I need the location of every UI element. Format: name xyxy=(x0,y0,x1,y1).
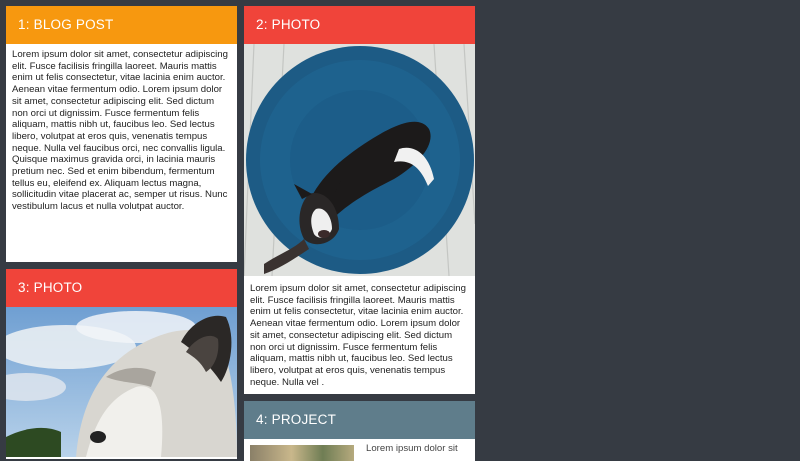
card-header-blog-post: 1: BLOG POST xyxy=(6,6,237,44)
card-header-photo: 2: PHOTO xyxy=(244,6,475,44)
card-title: 1: BLOG POST xyxy=(18,17,114,32)
card-body-text: Lorem ipsum dolor sit amet, consectetur … xyxy=(250,283,466,388)
photo-card-2[interactable]: 3: PHOTO xyxy=(6,269,237,459)
project-card[interactable]: 4: PROJECT Lorem ipsum dolor sit xyxy=(244,401,475,461)
card-title: 2: PHOTO xyxy=(256,17,321,32)
card-body-text: Lorem ipsum dolor sit amet, consectetur … xyxy=(12,49,228,213)
card-title: 3: PHOTO xyxy=(18,280,83,295)
project-thumbnail xyxy=(250,445,354,461)
blog-post-card[interactable]: 1: BLOG POST Lorem ipsum dolor sit amet,… xyxy=(6,6,237,262)
dog-on-rug-photo xyxy=(244,44,475,276)
dog-outdoors-photo xyxy=(6,307,237,457)
project-snippet: Lorem ipsum dolor sit xyxy=(366,443,458,454)
card-title: 4: PROJECT xyxy=(256,412,337,427)
photo-card-1[interactable]: 2: PHOTO Lorem ipsum dolor sit amet, con… xyxy=(244,6,475,394)
card-header-project: 4: PROJECT xyxy=(244,401,475,439)
card-header-photo: 3: PHOTO xyxy=(6,269,237,307)
